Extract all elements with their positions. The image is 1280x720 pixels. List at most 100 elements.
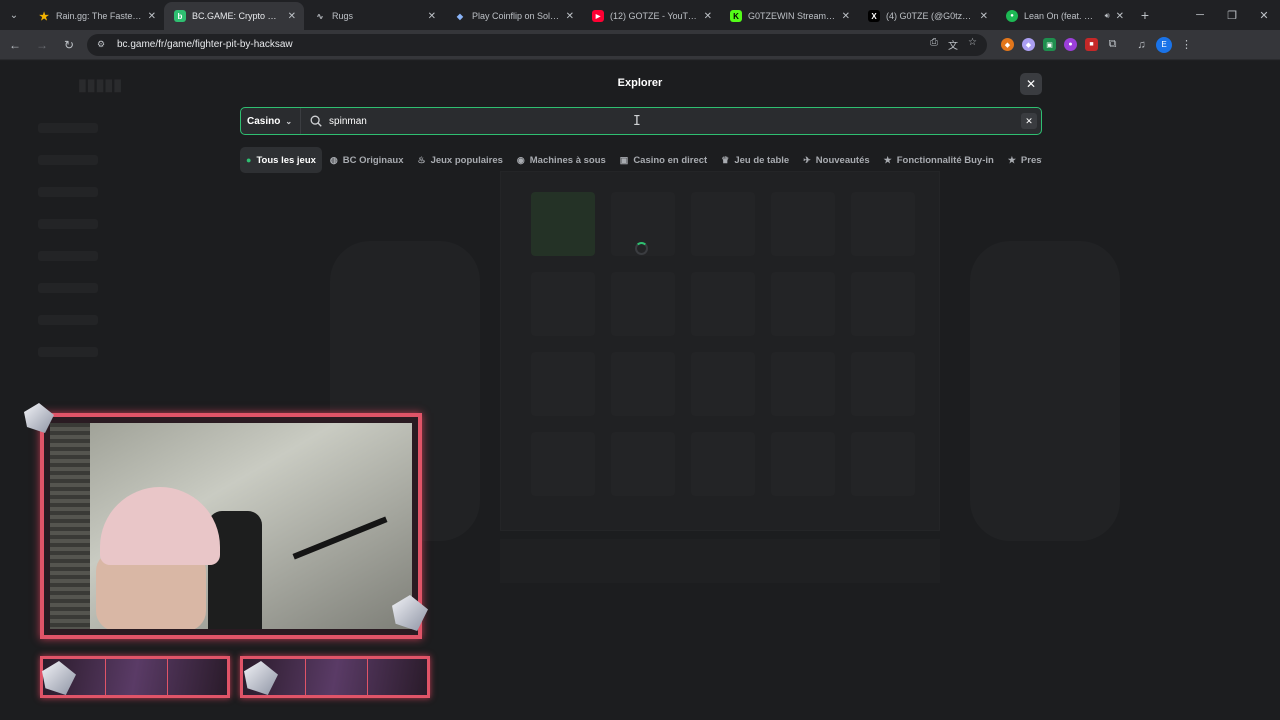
address-bar[interactable]: ⚙ bc.game/fr/game/fighter-pit-by-hacksaw… [87,33,987,56]
all-games-icon: ● [246,155,252,165]
close-explorer-button[interactable]: ✕ [1020,73,1042,95]
rain-favicon-icon: ★ [39,10,49,23]
speaker-icon[interactable]: 🔊︎ [1105,11,1110,21]
filter-label: Jeux populaires [430,154,503,166]
filter-buy-in[interactable]: ★ Fonctionnalité Buy-in [878,147,1000,173]
filter-providers[interactable]: ★ Prestat [1002,147,1042,173]
x-favicon-icon: X [868,10,880,22]
red-extension-icon[interactable]: ■ [1085,38,1098,51]
category-label: Casino [247,115,281,127]
translate-icon[interactable]: 文 [948,37,958,52]
bg-game-controls [500,539,940,583]
chevron-down-icon: ⌄ [285,116,293,126]
filter-all-games[interactable]: ● Tous les jeux [240,147,322,173]
profile-avatar[interactable]: E [1156,36,1172,53]
explorer-search-bar: Casino ⌄ I ✕ [240,107,1042,135]
bookmark-star-icon[interactable]: ☆ [968,37,977,52]
close-tab-icon[interactable]: ✕ [1116,11,1124,22]
filter-label: Casino en direct [633,154,708,166]
green-extension-icon[interactable]: ▣ [1043,38,1056,51]
filter-label: Fonctionnalité Buy-in [896,154,994,166]
tab-title: Lean On (feat. MØ & [1024,11,1099,21]
filter-label: BC Originaux [342,154,404,166]
kick-favicon-icon: K [730,10,742,22]
extensions-puzzle-icon[interactable]: ⧉ [1106,38,1119,51]
bcgame-favicon-icon: b [174,10,186,22]
bg-logo-shape: ▮▮▮▮▮ [78,77,123,94]
tab-spotify[interactable]: ● Lean On (feat. MØ & 🔊︎ ✕ [996,2,1132,30]
filter-label: Tous les jeux [256,154,316,166]
extensions-area: ◆ ◆ ▣ ● ■ ⧉ ♫ E ⋮ [1001,36,1193,53]
tab-kick[interactable]: K G0TZEWIN Stream - Wat ✕ [720,2,858,30]
tab-x[interactable]: X (4) G0TZE (@G0tzeWeb3) ✕ [858,2,996,30]
filter-label: Prestat [1020,154,1042,166]
tab-bcgame[interactable]: b BC.GAME: Crypto Casino G ✕ [164,2,304,30]
slots-icon: ◉ [516,154,525,165]
loading-spinner-icon [635,242,648,255]
close-tab-icon[interactable]: ✕ [566,11,574,22]
originals-icon: ◍ [329,154,338,165]
filter-label: Jeu de table [734,154,790,166]
install-app-icon[interactable]: ⎙ [930,37,938,52]
filter-table-games[interactable]: ♛ Jeu de table [715,147,795,173]
close-window-icon[interactable]: ✕ [1248,9,1280,22]
rocket-icon: ✈ [803,154,811,165]
clear-search-button[interactable]: ✕ [1021,113,1037,129]
tab-youtube[interactable]: ▶ (12) GOTZE - YouTube ✕ [582,2,720,30]
window-controls: ─ ❐ ✕ [1184,9,1280,22]
tab-title: (12) GOTZE - YouTube [610,11,698,21]
filter-bc-originals[interactable]: ◍ BC Originaux [324,147,410,173]
metamask-extension-icon[interactable]: ◆ [1001,38,1014,51]
tab-rugs[interactable]: ∿ Rugs ✕ [304,2,444,30]
filter-label: Machines à sous [529,154,606,166]
restore-icon[interactable]: ❐ [1216,9,1248,22]
crown-icon: ♛ [721,154,730,165]
tab-title: (4) G0TZE (@G0tzeWeb3) [886,11,974,21]
back-arrow-icon[interactable]: ← [3,33,27,57]
browser-toolbar: ← → ↻ ⚙ bc.game/fr/game/fighter-pit-by-h… [0,30,1280,60]
close-tab-icon[interactable]: ✕ [148,11,156,22]
webcam-overlay [40,413,422,639]
flame-icon: ♨ [417,154,426,165]
bg-character-right [970,241,1120,541]
category-filters: ● Tous les jeux ◍ BC Originaux ♨ Jeux po… [240,147,1042,173]
filter-label: Nouveautés [815,154,870,166]
page-content: ▮▮▮▮▮ Explorer ✕ Casino ⌄ spinman I ✕ ● … [0,61,1280,720]
filter-new[interactable]: ✈ Nouveautés [797,147,875,173]
close-tab-icon[interactable]: ✕ [842,11,850,22]
tab-title: G0TZEWIN Stream - Wat [748,11,836,21]
filter-live-casino[interactable]: ▣ Casino en direct [614,147,713,173]
category-select[interactable]: Casino ⌄ [241,108,302,134]
reload-icon[interactable]: ↻ [57,33,81,57]
spotify-favicon-icon: ● [1006,10,1018,22]
filter-popular[interactable]: ♨ Jeux populaires [411,147,508,173]
coinflip-favicon-icon: ◆ [456,11,464,21]
site-info-icon[interactable]: ⚙ [97,39,109,51]
url-text: bc.game/fr/game/fighter-pit-by-hacksaw [117,39,293,50]
close-tab-icon[interactable]: ✕ [704,11,712,22]
browser-menu-icon[interactable]: ⋮ [1180,38,1193,51]
filter-slots[interactable]: ◉ Machines à sous [511,147,612,173]
webcam-video [50,423,412,629]
tab-coinflip[interactable]: ◆ Play Coinflip on Solana – ✕ [444,2,582,30]
minimize-icon[interactable]: ─ [1184,9,1216,22]
close-tab-icon[interactable]: ✕ [980,11,988,22]
search-input[interactable] [329,109,1021,133]
bg-slot-game [500,171,940,531]
purple-extension-icon[interactable]: ● [1064,38,1077,51]
browser-tab-strip: ⌄ ★ Rain.gg: The Fastest Grow ✕ b BC.GAM… [0,0,1280,30]
forward-arrow-icon[interactable]: → [30,33,54,57]
tab-search-icon[interactable]: ⌄ [0,0,28,30]
star-icon: ★ [1007,154,1016,165]
tab-title: Play Coinflip on Solana – [472,11,560,21]
media-controls-icon[interactable]: ♫ [1135,38,1148,51]
close-tab-icon[interactable]: ✕ [288,11,296,22]
text-cursor-icon: I [633,114,641,129]
rugs-favicon-icon: ∿ [316,11,324,21]
tab-rain[interactable]: ★ Rain.gg: The Fastest Grow ✕ [28,2,164,30]
new-tab-icon[interactable]: + [1132,7,1158,23]
star-icon: ★ [883,154,892,165]
live-casino-icon: ▣ [619,154,629,165]
close-tab-icon[interactable]: ✕ [428,11,436,22]
phantom-extension-icon[interactable]: ◆ [1022,38,1035,51]
